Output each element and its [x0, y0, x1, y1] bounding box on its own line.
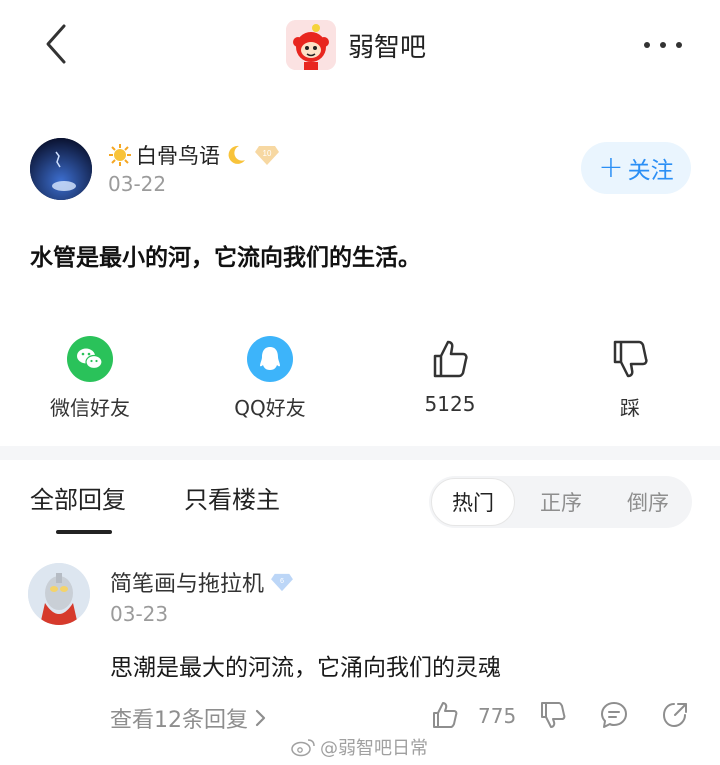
- dislike-button[interactable]: 踩: [555, 336, 705, 422]
- qq-icon: [247, 336, 293, 382]
- share-icon[interactable]: [660, 700, 690, 730]
- watermark: @弱智吧日常: [290, 734, 428, 760]
- moon-icon: [228, 145, 245, 164]
- reply-name-row: 简笔画与拖拉机 6: [110, 566, 294, 598]
- reply-content: 思潮是最大的河流，它涌向我们的灵魂: [110, 655, 501, 681]
- reply-like-count: 775: [478, 704, 517, 728]
- thumbs-up-icon: [433, 340, 468, 378]
- forum-name: 弱智吧: [348, 32, 427, 63]
- chevron-left-icon[interactable]: [38, 22, 78, 66]
- thumbs-down-icon: [613, 340, 648, 378]
- weibo-icon: [291, 739, 315, 757]
- follow-button[interactable]: + 关注: [581, 142, 691, 194]
- forum-header[interactable]: 弱智吧: [286, 20, 426, 70]
- reply-author-name[interactable]: 简笔画与拖拉机: [110, 566, 264, 598]
- forum-logo: [286, 20, 336, 70]
- reply-thumbs-down-icon[interactable]: [538, 700, 568, 730]
- author-name-row: 白骨鸟语 10: [108, 140, 280, 170]
- level-badge-icon: 6: [271, 573, 293, 592]
- section-divider: [0, 446, 720, 460]
- share-qq-button[interactable]: QQ好友: [195, 336, 345, 422]
- watermark-text: @弱智吧日常: [320, 738, 428, 759]
- active-tab-indicator: [56, 530, 112, 534]
- follow-label: 关注: [627, 158, 674, 184]
- sort-ascending-button[interactable]: 正序: [518, 476, 604, 528]
- top-bar: 弱智吧: [0, 0, 720, 90]
- chevron-right-icon: [255, 709, 266, 727]
- sun-icon: [109, 144, 131, 166]
- share-wechat-button[interactable]: 微信好友: [15, 336, 165, 422]
- post-content: 水管是最小的河，它流向我们的生活。: [30, 245, 421, 271]
- tab-all-replies[interactable]: 全部回复: [30, 480, 126, 515]
- sort-descending-button[interactable]: 倒序: [605, 476, 691, 528]
- author-avatar[interactable]: [30, 138, 92, 200]
- level-badge-icon: 10: [255, 146, 279, 165]
- qq-label: QQ好友: [234, 396, 306, 420]
- comment-icon[interactable]: [599, 700, 629, 730]
- like-count: 5125: [424, 392, 476, 416]
- author-name[interactable]: 白骨鸟语: [136, 140, 220, 170]
- wechat-label: 微信好友: [50, 396, 130, 420]
- reply-thumbs-up-icon[interactable]: [430, 700, 460, 730]
- post-date: 03-22: [108, 172, 167, 196]
- plus-icon: +: [598, 150, 624, 185]
- more-dots-icon[interactable]: [642, 38, 684, 52]
- sort-hot-button[interactable]: 热门: [431, 478, 515, 526]
- like-button[interactable]: 5125: [375, 336, 525, 422]
- tab-op-only[interactable]: 只看楼主: [184, 480, 280, 515]
- dislike-label: 踩: [620, 396, 640, 420]
- view-replies-label: 查看12条回复: [110, 708, 248, 733]
- wechat-icon: [67, 336, 113, 382]
- reply-date: 03-23: [110, 602, 169, 626]
- view-replies-link[interactable]: 查看12条回复: [110, 702, 266, 734]
- reply-level-text: 6: [280, 576, 284, 585]
- author-level-text: 10: [263, 149, 272, 158]
- reply-avatar[interactable]: [28, 563, 90, 625]
- sort-toggle: 热门 正序 倒序: [429, 476, 692, 528]
